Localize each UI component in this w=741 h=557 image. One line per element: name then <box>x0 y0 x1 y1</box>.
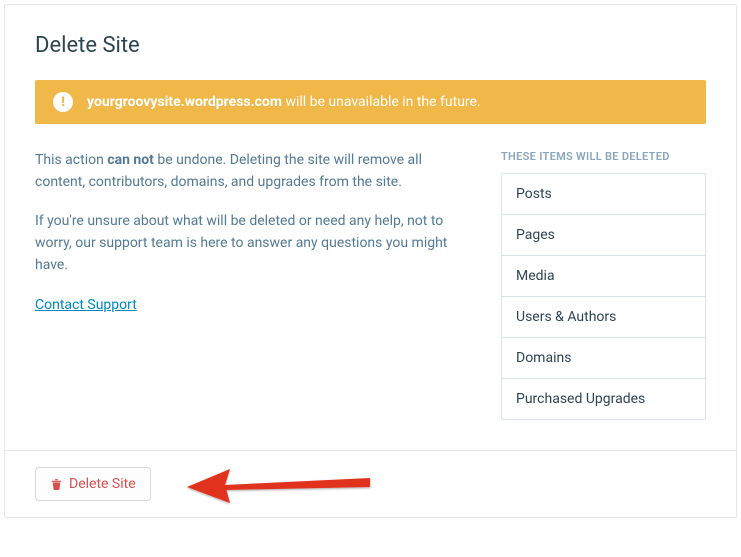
delete-site-button[interactable]: Delete Site <box>35 467 151 501</box>
notice-site-domain: yourgroovysite.wordpress.com <box>87 94 282 110</box>
delete-button-label: Delete Site <box>69 476 136 492</box>
content-row: This action can not be undone. Deleting … <box>35 150 706 420</box>
notice-suffix: will be unavailable in the future. <box>282 94 481 110</box>
list-item: Purchased Upgrades <box>502 379 705 419</box>
contact-support-link[interactable]: Contact Support <box>35 297 137 313</box>
list-item: Users & Authors <box>502 297 705 338</box>
delete-site-card: Delete Site ! yourgroovysite.wordpress.c… <box>4 4 737 518</box>
list-item: Media <box>502 256 705 297</box>
trash-icon <box>50 477 63 491</box>
deleted-items-list: Posts Pages Media Users & Authors Domain… <box>501 173 706 420</box>
list-item: Pages <box>502 215 705 256</box>
main-column: This action can not be undone. Deleting … <box>35 150 471 420</box>
warning-paragraph: This action can not be undone. Deleting … <box>35 150 471 193</box>
list-item: Posts <box>502 174 705 215</box>
list-item: Domains <box>502 338 705 379</box>
warning-emph: can not <box>107 152 154 168</box>
exclamation-icon: ! <box>53 92 73 112</box>
card-footer: Delete Site <box>5 450 736 517</box>
warning-before: This action <box>35 152 107 168</box>
help-paragraph: If you're unsure about what will be dele… <box>35 211 471 276</box>
page-title: Delete Site <box>35 33 706 58</box>
annotation-arrow-icon <box>185 465 375 505</box>
notice-text: yourgroovysite.wordpress.com will be una… <box>87 94 481 110</box>
warning-notice: ! yourgroovysite.wordpress.com will be u… <box>35 80 706 124</box>
side-column: THESE ITEMS WILL BE DELETED Posts Pages … <box>501 150 706 420</box>
deleted-items-heading: THESE ITEMS WILL BE DELETED <box>501 150 706 163</box>
card-body: Delete Site ! yourgroovysite.wordpress.c… <box>5 5 736 450</box>
